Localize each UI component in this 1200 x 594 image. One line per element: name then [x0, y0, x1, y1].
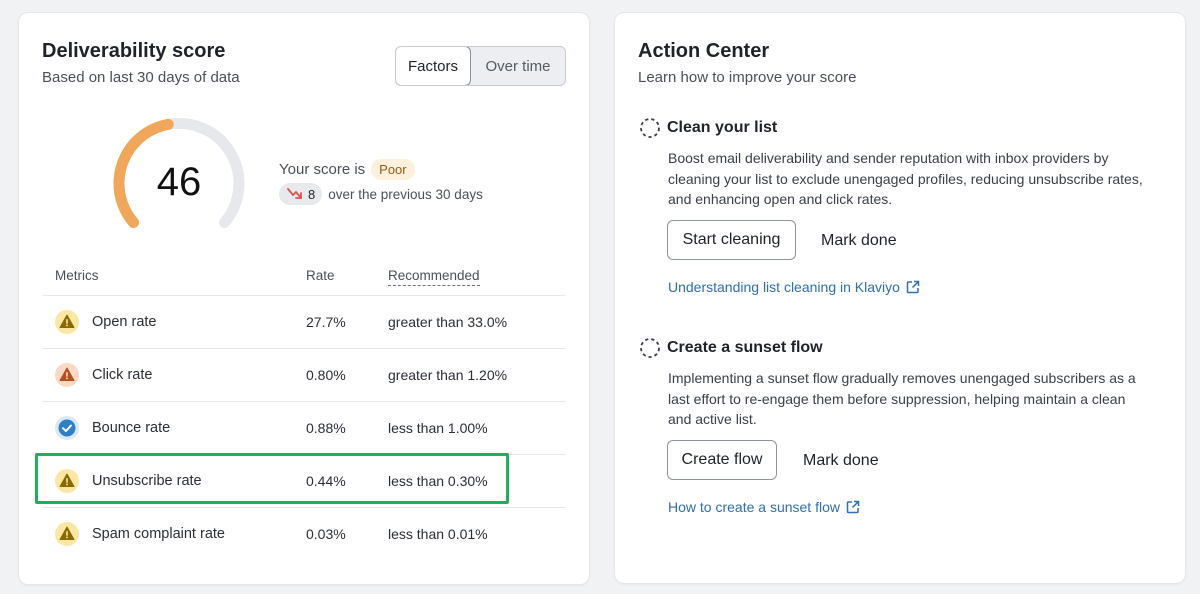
external-link-icon	[906, 280, 920, 294]
create-flow-button[interactable]: Create flow	[667, 440, 777, 480]
metric-recommended: greater than 33.0%	[388, 314, 508, 330]
external-link-icon	[846, 500, 860, 514]
help-link-text: Understanding list cleaning in Klaviyo	[668, 279, 900, 295]
help-link-text: How to create a sunset flow	[668, 499, 840, 515]
warning-icon	[55, 522, 79, 551]
check-circle-icon	[55, 416, 79, 445]
rate-header: Rate	[306, 268, 335, 283]
factors-toggle-button[interactable]: Factors	[396, 47, 471, 85]
action-center-card: Action Center Learn how to improve your …	[614, 12, 1186, 584]
metrics-header: Metrics	[55, 268, 99, 283]
metric-recommended: less than 0.01%	[388, 526, 488, 542]
over-time-toggle-button[interactable]: Over time	[471, 47, 565, 85]
score-status-badge: Poor	[371, 159, 415, 180]
table-row: Bounce rate 0.88% less than 1.00%	[43, 402, 565, 454]
task-description: Boost email deliverability and sender re…	[668, 150, 1143, 207]
metric-name: Spam complaint rate	[92, 526, 225, 542]
recommended-header[interactable]: Recommended	[388, 268, 480, 286]
task-sunset-flow-title: Create a sunset flow	[639, 337, 823, 359]
deliverability-subtitle: Based on last 30 days of data	[42, 69, 240, 86]
score-change-text: over the previous 30 days	[328, 186, 483, 202]
incomplete-circle-icon	[640, 338, 660, 358]
score-change-pill: 8	[279, 183, 323, 205]
task-description: Implementing a sunset flow gradually rem…	[668, 370, 1136, 427]
mark-done-button[interactable]: Mark done	[803, 452, 879, 470]
action-center-subtitle: Learn how to improve your score	[638, 69, 857, 86]
list-cleaning-help-link[interactable]: Understanding list cleaning in Klaviyo	[668, 279, 920, 295]
score-value: 46	[157, 160, 202, 204]
metric-rate: 0.88%	[306, 420, 346, 436]
metric-name: Click rate	[92, 367, 153, 383]
metric-name: Bounce rate	[92, 420, 171, 436]
warning-icon	[55, 363, 79, 392]
sunset-flow-help-link[interactable]: How to create a sunset flow	[668, 499, 860, 515]
table-row: Spam complaint rate 0.03% less than 0.01…	[43, 508, 565, 560]
score-summary: Your score is Poor	[279, 159, 415, 180]
view-toggle: Factors Over time	[395, 46, 566, 86]
task-title-text: Create a sunset flow	[667, 339, 823, 356]
start-cleaning-button[interactable]: Start cleaning	[667, 220, 796, 260]
score-change-value: 8	[308, 186, 316, 202]
incomplete-circle-icon	[640, 118, 660, 138]
metric-rate: 27.7%	[306, 314, 346, 330]
task-clean-list-title: Clean your list	[639, 117, 777, 139]
metric-recommended: less than 1.00%	[388, 420, 488, 436]
metric-name: Open rate	[92, 314, 157, 330]
action-center-title: Action Center	[638, 40, 770, 62]
score-change: 8 over the previous 30 days	[279, 183, 483, 205]
unsubscribe-row-highlight	[35, 453, 509, 504]
metric-rate: 0.80%	[306, 367, 346, 383]
trend-down-icon	[287, 188, 302, 199]
table-row: Open rate 27.7% greater than 33.0%	[43, 296, 565, 348]
mark-done-button[interactable]: Mark done	[821, 232, 897, 250]
metric-rate: 0.03%	[306, 526, 346, 542]
score-gauge: 46	[113, 117, 245, 228]
table-row: Click rate 0.80% greater than 1.20%	[43, 349, 565, 401]
task-title-text: Clean your list	[667, 119, 778, 136]
score-label: Your score is	[279, 161, 366, 178]
deliverability-title: Deliverability score	[42, 40, 226, 62]
warning-icon	[55, 310, 79, 339]
metric-recommended: greater than 1.20%	[388, 367, 508, 383]
